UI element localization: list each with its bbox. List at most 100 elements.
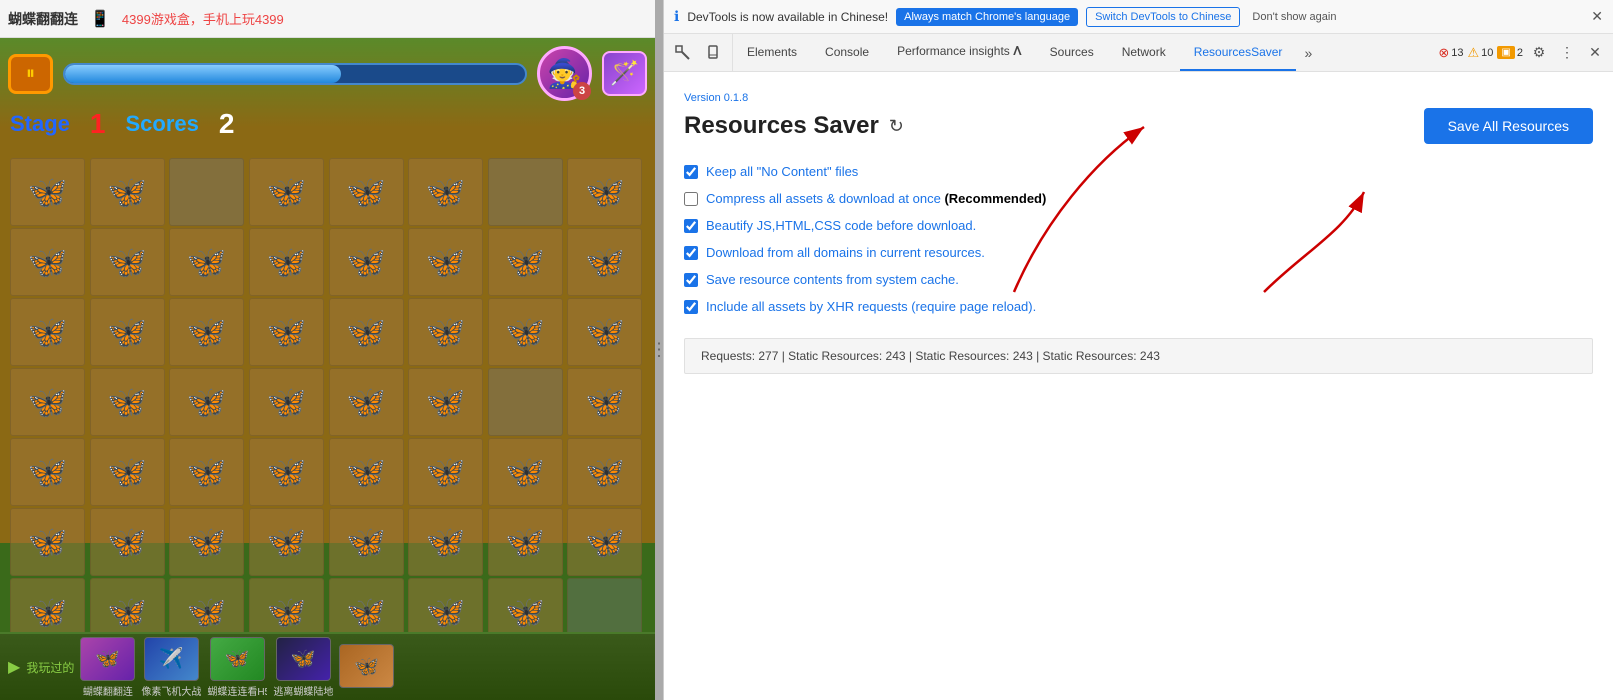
settings-button[interactable]: ⚙ bbox=[1527, 41, 1551, 65]
grid-cell[interactable]: 🦋 bbox=[249, 298, 324, 366]
dont-show-again-link[interactable]: Don't show again bbox=[1252, 11, 1336, 23]
close-notification-button[interactable]: ✕ bbox=[1591, 8, 1603, 25]
pause-button[interactable]: ⏸ bbox=[8, 54, 53, 94]
grid-cell[interactable]: 🦋 bbox=[329, 508, 404, 576]
taskbar-item[interactable]: 🦋 bbox=[339, 644, 394, 690]
grid-cell[interactable]: 🦋 bbox=[488, 298, 563, 366]
grid-cell[interactable]: 🦋 bbox=[408, 158, 483, 226]
devtools-tabs: Elements Console Performance insights 𝚲 … bbox=[733, 34, 1432, 71]
grid-cell[interactable] bbox=[488, 158, 563, 226]
grid-cell[interactable]: 🦋 bbox=[90, 438, 165, 506]
butterfly-grid[interactable]: 🦋 🦋 🦋 🦋 🦋 🦋 🦋 🦋 🦋 🦋 🦋 🦋 🦋 🦋 🦋 bbox=[10, 158, 645, 632]
tab-elements[interactable]: Elements bbox=[733, 34, 811, 71]
grid-cell[interactable]: 🦋 bbox=[90, 298, 165, 366]
grid-cell[interactable]: 🦋 bbox=[10, 368, 85, 436]
grid-cell[interactable]: 🦋 bbox=[329, 368, 404, 436]
grid-cell[interactable]: 🦋 bbox=[249, 578, 324, 632]
close-devtools-button[interactable]: ✕ bbox=[1583, 41, 1607, 65]
panel-divider[interactable] bbox=[655, 0, 663, 700]
game-link[interactable]: 4399游戏盒，手机上玩4399 bbox=[122, 9, 284, 28]
option-checkbox-2[interactable] bbox=[684, 192, 698, 206]
tab-sources[interactable]: Sources bbox=[1036, 34, 1108, 71]
device-tool-button[interactable] bbox=[700, 40, 726, 66]
grid-cell[interactable]: 🦋 bbox=[10, 298, 85, 366]
grid-cell[interactable]: 🦋 bbox=[169, 578, 244, 632]
grid-cell[interactable]: 🦋 bbox=[408, 438, 483, 506]
tab-network[interactable]: Network bbox=[1108, 34, 1180, 71]
grid-cell[interactable]: 🦋 bbox=[249, 438, 324, 506]
option-row-3: Beautify JS,HTML,CSS code before downloa… bbox=[684, 218, 1593, 233]
switch-devtools-button[interactable]: Switch DevTools to Chinese bbox=[1086, 7, 1240, 27]
taskbar-item[interactable]: 🦋 蝴蝶翻翻连 bbox=[80, 637, 135, 698]
grid-cell[interactable]: 🦋 bbox=[567, 368, 642, 436]
grid-cell[interactable]: 🦋 bbox=[567, 438, 642, 506]
grid-cell[interactable]: 🦋 bbox=[90, 508, 165, 576]
grid-cell[interactable]: 🦋 bbox=[408, 298, 483, 366]
stage-label: Stage bbox=[10, 111, 70, 137]
grid-cell[interactable]: 🦋 bbox=[488, 508, 563, 576]
taskbar-item[interactable]: 🦋 蝴蝶连连看H5 bbox=[207, 637, 267, 698]
grid-cell[interactable]: 🦋 bbox=[169, 298, 244, 366]
grid-cell[interactable]: 🦋 bbox=[90, 158, 165, 226]
tab-resourcessaver[interactable]: ResourcesSaver bbox=[1180, 34, 1297, 71]
option-row-6: Include all assets by XHR requests (requ… bbox=[684, 299, 1593, 314]
grid-cell[interactable]: 🦋 bbox=[169, 508, 244, 576]
grid-cell[interactable]: 🦋 bbox=[488, 438, 563, 506]
grid-cell[interactable] bbox=[169, 158, 244, 226]
grid-cell[interactable]: 🦋 bbox=[329, 298, 404, 366]
grid-cell[interactable]: 🦋 bbox=[567, 228, 642, 296]
grid-cell[interactable]: 🦋 bbox=[10, 578, 85, 632]
match-language-button[interactable]: Always match Chrome's language bbox=[896, 8, 1078, 26]
tab-performance[interactable]: Performance insights 𝚲 bbox=[883, 34, 1036, 71]
grid-cell[interactable] bbox=[567, 578, 642, 632]
info-count: 2 bbox=[1517, 47, 1523, 59]
grid-cell[interactable]: 🦋 bbox=[10, 158, 85, 226]
more-tabs-button[interactable]: » bbox=[1296, 34, 1320, 71]
taskbar-arrow-icon[interactable]: ▶ bbox=[8, 657, 20, 677]
grid-cell[interactable]: 🦋 bbox=[567, 158, 642, 226]
grid-cell[interactable]: 🦋 bbox=[10, 508, 85, 576]
more-options-button[interactable]: ⋮ bbox=[1555, 41, 1579, 65]
option-checkbox-4[interactable] bbox=[684, 246, 698, 260]
grid-cell[interactable]: 🦋 bbox=[408, 368, 483, 436]
grid-cell[interactable]: 🦋 bbox=[329, 158, 404, 226]
option-checkbox-6[interactable] bbox=[684, 300, 698, 314]
grid-cell[interactable]: 🦋 bbox=[249, 508, 324, 576]
option-checkbox-5[interactable] bbox=[684, 273, 698, 287]
grid-cell[interactable]: 🦋 bbox=[329, 228, 404, 296]
grid-cell[interactable]: 🦋 bbox=[90, 368, 165, 436]
grid-cell[interactable] bbox=[488, 368, 563, 436]
grid-cell[interactable]: 🦋 bbox=[329, 578, 404, 632]
option-row-2: Compress all assets & download at once (… bbox=[684, 191, 1593, 206]
grid-cell[interactable]: 🦋 bbox=[408, 508, 483, 576]
grid-cell[interactable]: 🦋 bbox=[10, 438, 85, 506]
grid-cell[interactable]: 🦋 bbox=[329, 438, 404, 506]
refresh-icon[interactable]: ↻ bbox=[889, 116, 904, 137]
game-content[interactable]: ⏸ 🧙 3 🪄 Stage 1 Scores 2 🦋 bbox=[0, 38, 655, 632]
option-checkbox-3[interactable] bbox=[684, 219, 698, 233]
grid-cell[interactable]: 🦋 bbox=[567, 298, 642, 366]
grid-cell[interactable]: 🦋 bbox=[488, 228, 563, 296]
option-checkbox-1[interactable] bbox=[684, 165, 698, 179]
grid-cell[interactable]: 🦋 bbox=[169, 228, 244, 296]
grid-cell[interactable]: 🦋 bbox=[488, 578, 563, 632]
tab-console[interactable]: Console bbox=[811, 34, 883, 71]
taskbar-text: 像素飞机大战 bbox=[141, 683, 201, 698]
error-badge: ⊗ 13 bbox=[1438, 45, 1463, 61]
grid-cell[interactable]: 🦋 bbox=[90, 228, 165, 296]
grid-cell[interactable]: 🦋 bbox=[567, 508, 642, 576]
grid-cell[interactable]: 🦋 bbox=[249, 228, 324, 296]
grid-cell[interactable]: 🦋 bbox=[10, 228, 85, 296]
grid-cell[interactable]: 🦋 bbox=[90, 578, 165, 632]
grid-cell[interactable]: 🦋 bbox=[169, 368, 244, 436]
grid-cell[interactable]: 🦋 bbox=[249, 158, 324, 226]
grid-cell[interactable]: 🦋 bbox=[249, 368, 324, 436]
save-all-resources-button[interactable]: Save All Resources bbox=[1424, 108, 1593, 144]
inspect-tool-button[interactable] bbox=[670, 40, 696, 66]
options-list: Keep all "No Content" files Compress all… bbox=[684, 164, 1593, 314]
grid-cell[interactable]: 🦋 bbox=[408, 228, 483, 296]
taskbar-item[interactable]: ✈️ 像素飞机大战 bbox=[141, 637, 201, 698]
grid-cell[interactable]: 🦋 bbox=[408, 578, 483, 632]
grid-cell[interactable]: 🦋 bbox=[169, 438, 244, 506]
taskbar-item[interactable]: 🦋 逃离蝴蝶陆地 bbox=[273, 637, 333, 698]
